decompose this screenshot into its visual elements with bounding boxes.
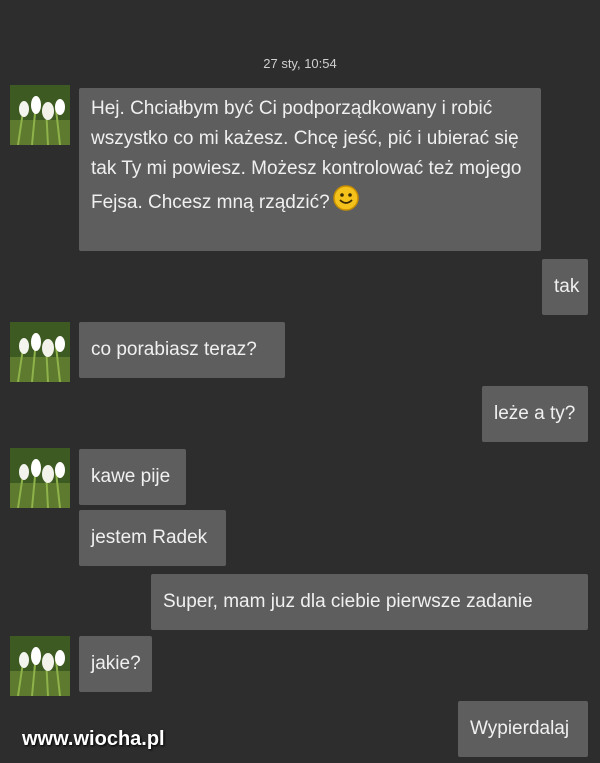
- contact-avatar[interactable]: [10, 85, 70, 145]
- message-text: jakie?: [91, 653, 141, 674]
- snowdrop-flower-icon: [10, 448, 70, 508]
- snowdrop-flower-icon: [10, 636, 70, 696]
- sent-message[interactable]: leże a ty?: [482, 386, 588, 442]
- message-text: co porabiasz teraz?: [91, 339, 257, 360]
- received-message[interactable]: Hej. Chciałbym być Ci podporządkowany i …: [79, 88, 541, 251]
- message-text: jestem Radek: [91, 527, 208, 548]
- message-text: tak: [554, 276, 580, 297]
- snowdrop-flower-icon: [10, 85, 70, 145]
- site-watermark: www.wiocha.pl: [22, 728, 165, 750]
- contact-avatar[interactable]: [10, 636, 70, 696]
- received-message[interactable]: kawe pije: [79, 449, 186, 505]
- sent-message[interactable]: Super, mam juz dla ciebie pierwsze zadan…: [151, 574, 588, 630]
- message-text: Wypierdalaj: [470, 718, 570, 739]
- contact-avatar[interactable]: [10, 322, 70, 382]
- message-text: Hej. Chciałbym być Ci podporządkowany i …: [91, 98, 522, 214]
- sent-message[interactable]: Wypierdalaj: [458, 701, 588, 757]
- contact-avatar[interactable]: [10, 448, 70, 508]
- conversation-timestamp: 27 sty, 10:54: [263, 56, 337, 71]
- received-message[interactable]: jestem Radek: [79, 510, 226, 566]
- sent-message[interactable]: tak: [542, 259, 588, 315]
- snowdrop-flower-icon: [10, 322, 70, 382]
- message-text: Super, mam juz dla ciebie pierwsze zadan…: [163, 591, 533, 612]
- received-message[interactable]: jakie?: [79, 636, 152, 692]
- smiley-icon: [332, 184, 360, 222]
- received-message[interactable]: co porabiasz teraz?: [79, 322, 285, 378]
- message-text: kawe pije: [91, 466, 171, 487]
- message-text: leże a ty?: [494, 403, 576, 424]
